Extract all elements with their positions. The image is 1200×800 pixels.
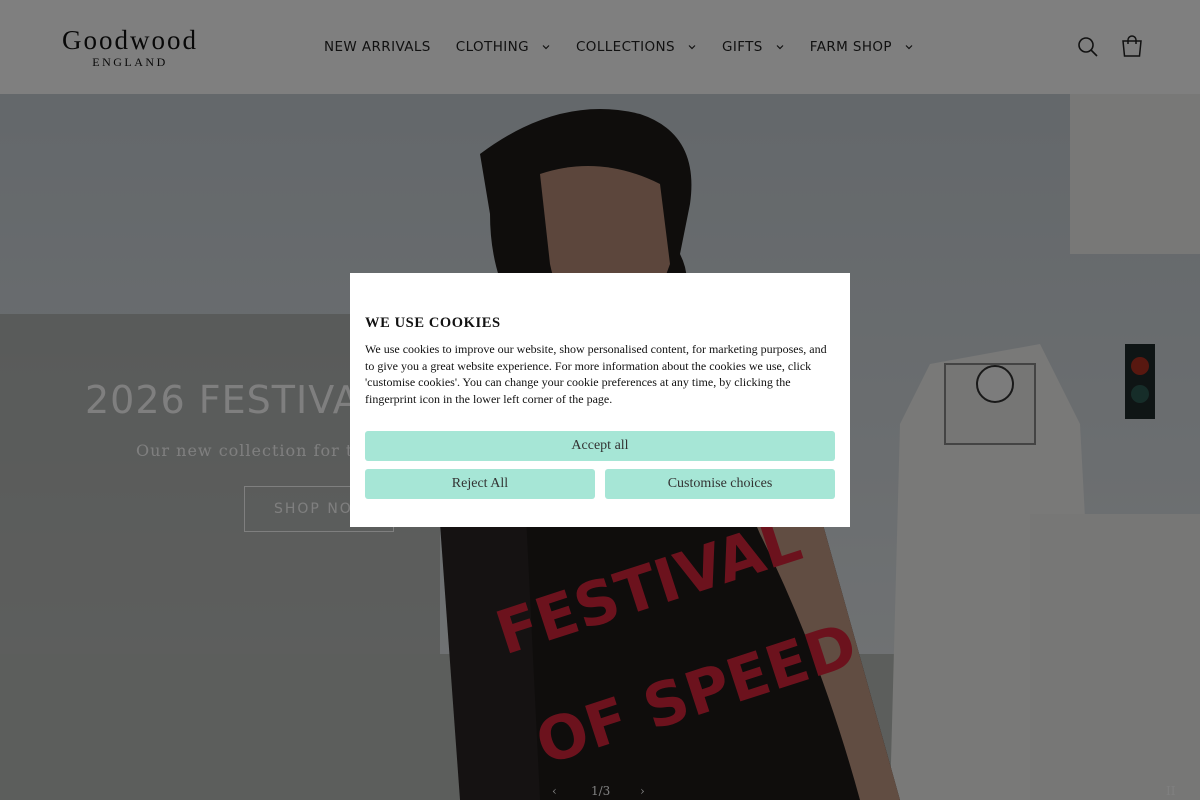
accept-all-button[interactable]: Accept all [365, 431, 835, 461]
cookie-description: We use cookies to improve our website, s… [365, 342, 827, 407]
cookie-consent-dialog: WE USE COOKIES We use cookies to improve… [350, 273, 850, 527]
reject-all-button[interactable]: Reject All [365, 469, 595, 499]
cookie-title: WE USE COOKIES [365, 315, 501, 331]
customise-choices-button[interactable]: Customise choices [605, 469, 835, 499]
